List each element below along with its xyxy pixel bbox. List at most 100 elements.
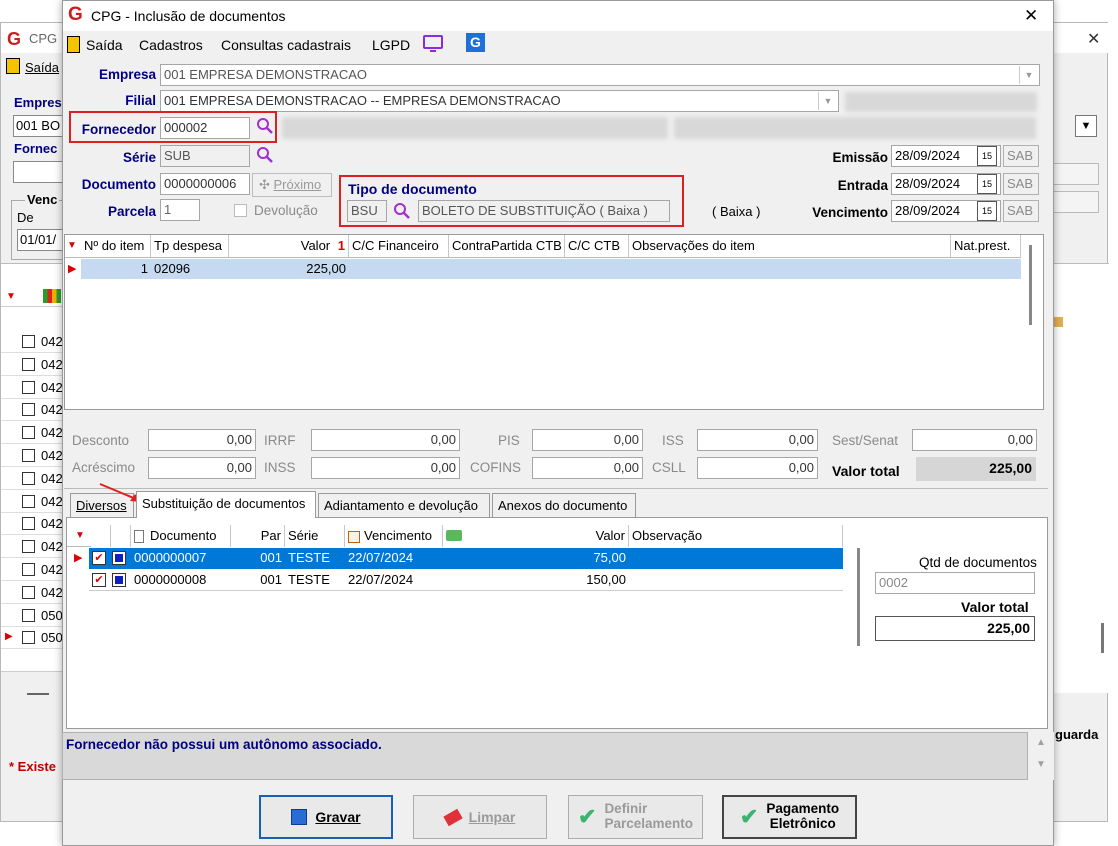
bg-list-row[interactable]: 042 — [1, 582, 65, 604]
row-checkbox[interactable] — [22, 426, 35, 440]
row-checkbox-checked[interactable]: ✔ — [92, 573, 106, 587]
row-checkbox[interactable] — [22, 335, 35, 348]
col-valor[interactable]: Valor 1 — [229, 235, 349, 257]
tab-anexos[interactable]: Anexos do documento — [492, 493, 636, 517]
g-app-icon[interactable]: G — [466, 33, 485, 52]
parcela-field[interactable]: 1 — [160, 199, 200, 221]
pis-field[interactable]: 0,00 — [532, 429, 643, 451]
bg-close-icon[interactable]: ✕ — [1087, 29, 1100, 49]
bg-empresa-field[interactable]: 001 BO — [13, 115, 65, 137]
inss-field[interactable]: 0,00 — [311, 457, 460, 479]
row-select-box[interactable] — [112, 551, 126, 565]
row-checkbox[interactable] — [22, 471, 35, 485]
bg-list-row[interactable]: 042 — [1, 399, 65, 422]
bg-date-field[interactable]: 01/01/ — [17, 229, 65, 251]
iss-field[interactable]: 0,00 — [697, 429, 818, 451]
bg-list-row[interactable]: 042 — [1, 354, 65, 376]
plus-icon: ✣ — [259, 177, 274, 192]
empresa-dropdown-icon[interactable]: ▼ — [1019, 66, 1038, 84]
col-natprest[interactable]: Nat.prest. — [951, 235, 1021, 257]
row-checkbox[interactable] — [22, 608, 35, 622]
csll-field[interactable]: 0,00 — [697, 457, 818, 479]
row-checkbox[interactable] — [22, 517, 35, 531]
bg-list-row[interactable]: 042 — [1, 468, 65, 490]
close-icon[interactable]: ✕ — [1024, 6, 1038, 26]
col-obs[interactable]: Observações do item — [629, 235, 951, 257]
menu-cadastros[interactable]: Cadastros — [139, 37, 203, 53]
entrada-calendar-icon[interactable]: 15 — [977, 174, 997, 194]
tab-adiantamento[interactable]: Adiantamento e devolução — [318, 493, 490, 517]
irrf-field[interactable]: 0,00 — [311, 429, 460, 451]
docs-scrollbar[interactable] — [857, 548, 860, 646]
docs-col-vencimento[interactable]: Vencimento — [345, 525, 443, 547]
message-scroll[interactable]: ▲ ▼ — [1028, 732, 1054, 780]
row-checkbox[interactable] — [22, 380, 35, 394]
filial-field[interactable]: 001 EMPRESA DEMONSTRACAO -- EMPRESA DEMO… — [160, 90, 839, 112]
bg-list-row[interactable]: 042 — [1, 445, 65, 467]
items-scrollbar[interactable] — [1029, 245, 1032, 325]
bg-list-row[interactable]: 042 — [1, 536, 65, 559]
definir-button[interactable]: ✔ Definir Parcelamento — [568, 795, 703, 839]
tab-substituicao[interactable]: Substituição de documentos — [136, 491, 316, 518]
row-checkbox[interactable] — [22, 540, 35, 554]
acrescimo-field[interactable]: 0,00 — [148, 457, 256, 479]
bg-list-row[interactable]: ▶ 050 — [1, 627, 65, 650]
bg-list-row[interactable]: 042 — [1, 559, 65, 581]
items-row[interactable]: 1 02096 225,00 — [81, 259, 1021, 279]
row-checkbox[interactable] — [22, 449, 35, 462]
limpar-button[interactable]: Limpar — [413, 795, 547, 839]
bg-combo-arrow-icon[interactable]: ▼ — [1075, 115, 1097, 137]
serie-field[interactable]: SUB — [160, 145, 250, 167]
bg-fornecedor-field[interactable] — [13, 161, 65, 183]
menu-consultas[interactable]: Consultas cadastrais — [221, 37, 351, 53]
bg-right-scroll[interactable] — [1101, 623, 1104, 653]
docs-col-documento[interactable]: Documento — [131, 525, 231, 547]
proximo-button[interactable]: ✣ Próximo — [252, 173, 332, 197]
serie-search-icon[interactable] — [256, 146, 274, 164]
col-contrapartida[interactable]: ContraPartida CTB — [449, 235, 565, 257]
pis-label: PIS — [498, 433, 520, 448]
serie-label: Série — [122, 150, 156, 165]
menu-lgpd[interactable]: LGPD — [372, 37, 410, 53]
col-ccfin[interactable]: C/C Financeiro — [349, 235, 449, 257]
col-tpdespesa[interactable]: Tp despesa — [151, 235, 229, 257]
col-ccctb[interactable]: C/C CTB — [565, 235, 629, 257]
docs-row[interactable]: ✔ 0000000008 001 TESTE 22/07/2024 150,00 — [89, 570, 843, 591]
bg-menu-saida[interactable]: Saída — [25, 60, 59, 75]
row-select-box[interactable] — [112, 573, 126, 587]
docs-col-obs[interactable]: Observação — [629, 525, 843, 547]
bg-scroll[interactable] — [1, 671, 65, 693]
bg-list-row[interactable]: 050 — [1, 605, 65, 627]
docs-col-serie[interactable]: Série — [285, 525, 345, 547]
message-text: Fornecedor não possui um autônomo associ… — [66, 737, 382, 752]
row-checkbox[interactable] — [22, 494, 35, 508]
vencimento-calendar-icon[interactable]: 15 — [977, 201, 997, 221]
emissao-calendar-icon[interactable]: 15 — [977, 146, 997, 166]
documento-field[interactable]: 0000000006 — [160, 173, 250, 195]
row-checkbox-checked[interactable]: ✔ — [92, 551, 106, 565]
bg-list-row[interactable]: 042 — [1, 377, 65, 399]
row-checkbox[interactable] — [22, 631, 35, 645]
row-checkbox[interactable] — [22, 403, 35, 417]
pagamento-button[interactable]: ✔ Pagamento Eletrônico — [722, 795, 857, 839]
docs-col-par[interactable]: Par — [231, 525, 285, 547]
bg-list-row[interactable]: 042 — [1, 331, 65, 353]
monitor-icon[interactable] — [423, 35, 443, 49]
bg-list-row[interactable]: 042 — [1, 422, 65, 445]
row-checkbox[interactable] — [22, 585, 35, 599]
filial-dropdown-icon[interactable]: ▼ — [818, 92, 837, 110]
docs-col-valor[interactable]: Valor — [443, 525, 629, 547]
gravar-button[interactable]: Gravar — [259, 795, 393, 839]
devolucao-checkbox[interactable] — [234, 204, 247, 217]
desconto-field[interactable]: 0,00 — [148, 429, 256, 451]
col-nitem[interactable]: Nº do item — [81, 235, 151, 257]
docs-row[interactable]: ✔ 0000000007 001 TESTE 22/07/2024 75,00 — [89, 548, 843, 569]
row-checkbox[interactable] — [22, 563, 35, 576]
row-checkbox[interactable] — [22, 357, 35, 371]
sest-field[interactable]: 0,00 — [912, 429, 1037, 451]
cofins-field[interactable]: 0,00 — [532, 457, 643, 479]
bg-list-row[interactable]: 042 — [1, 491, 65, 513]
menu-saida[interactable]: Saída — [86, 37, 123, 53]
empresa-field[interactable]: 001 EMPRESA DEMONSTRACAO — [160, 64, 1040, 86]
bg-list-row[interactable]: 042 — [1, 513, 65, 536]
